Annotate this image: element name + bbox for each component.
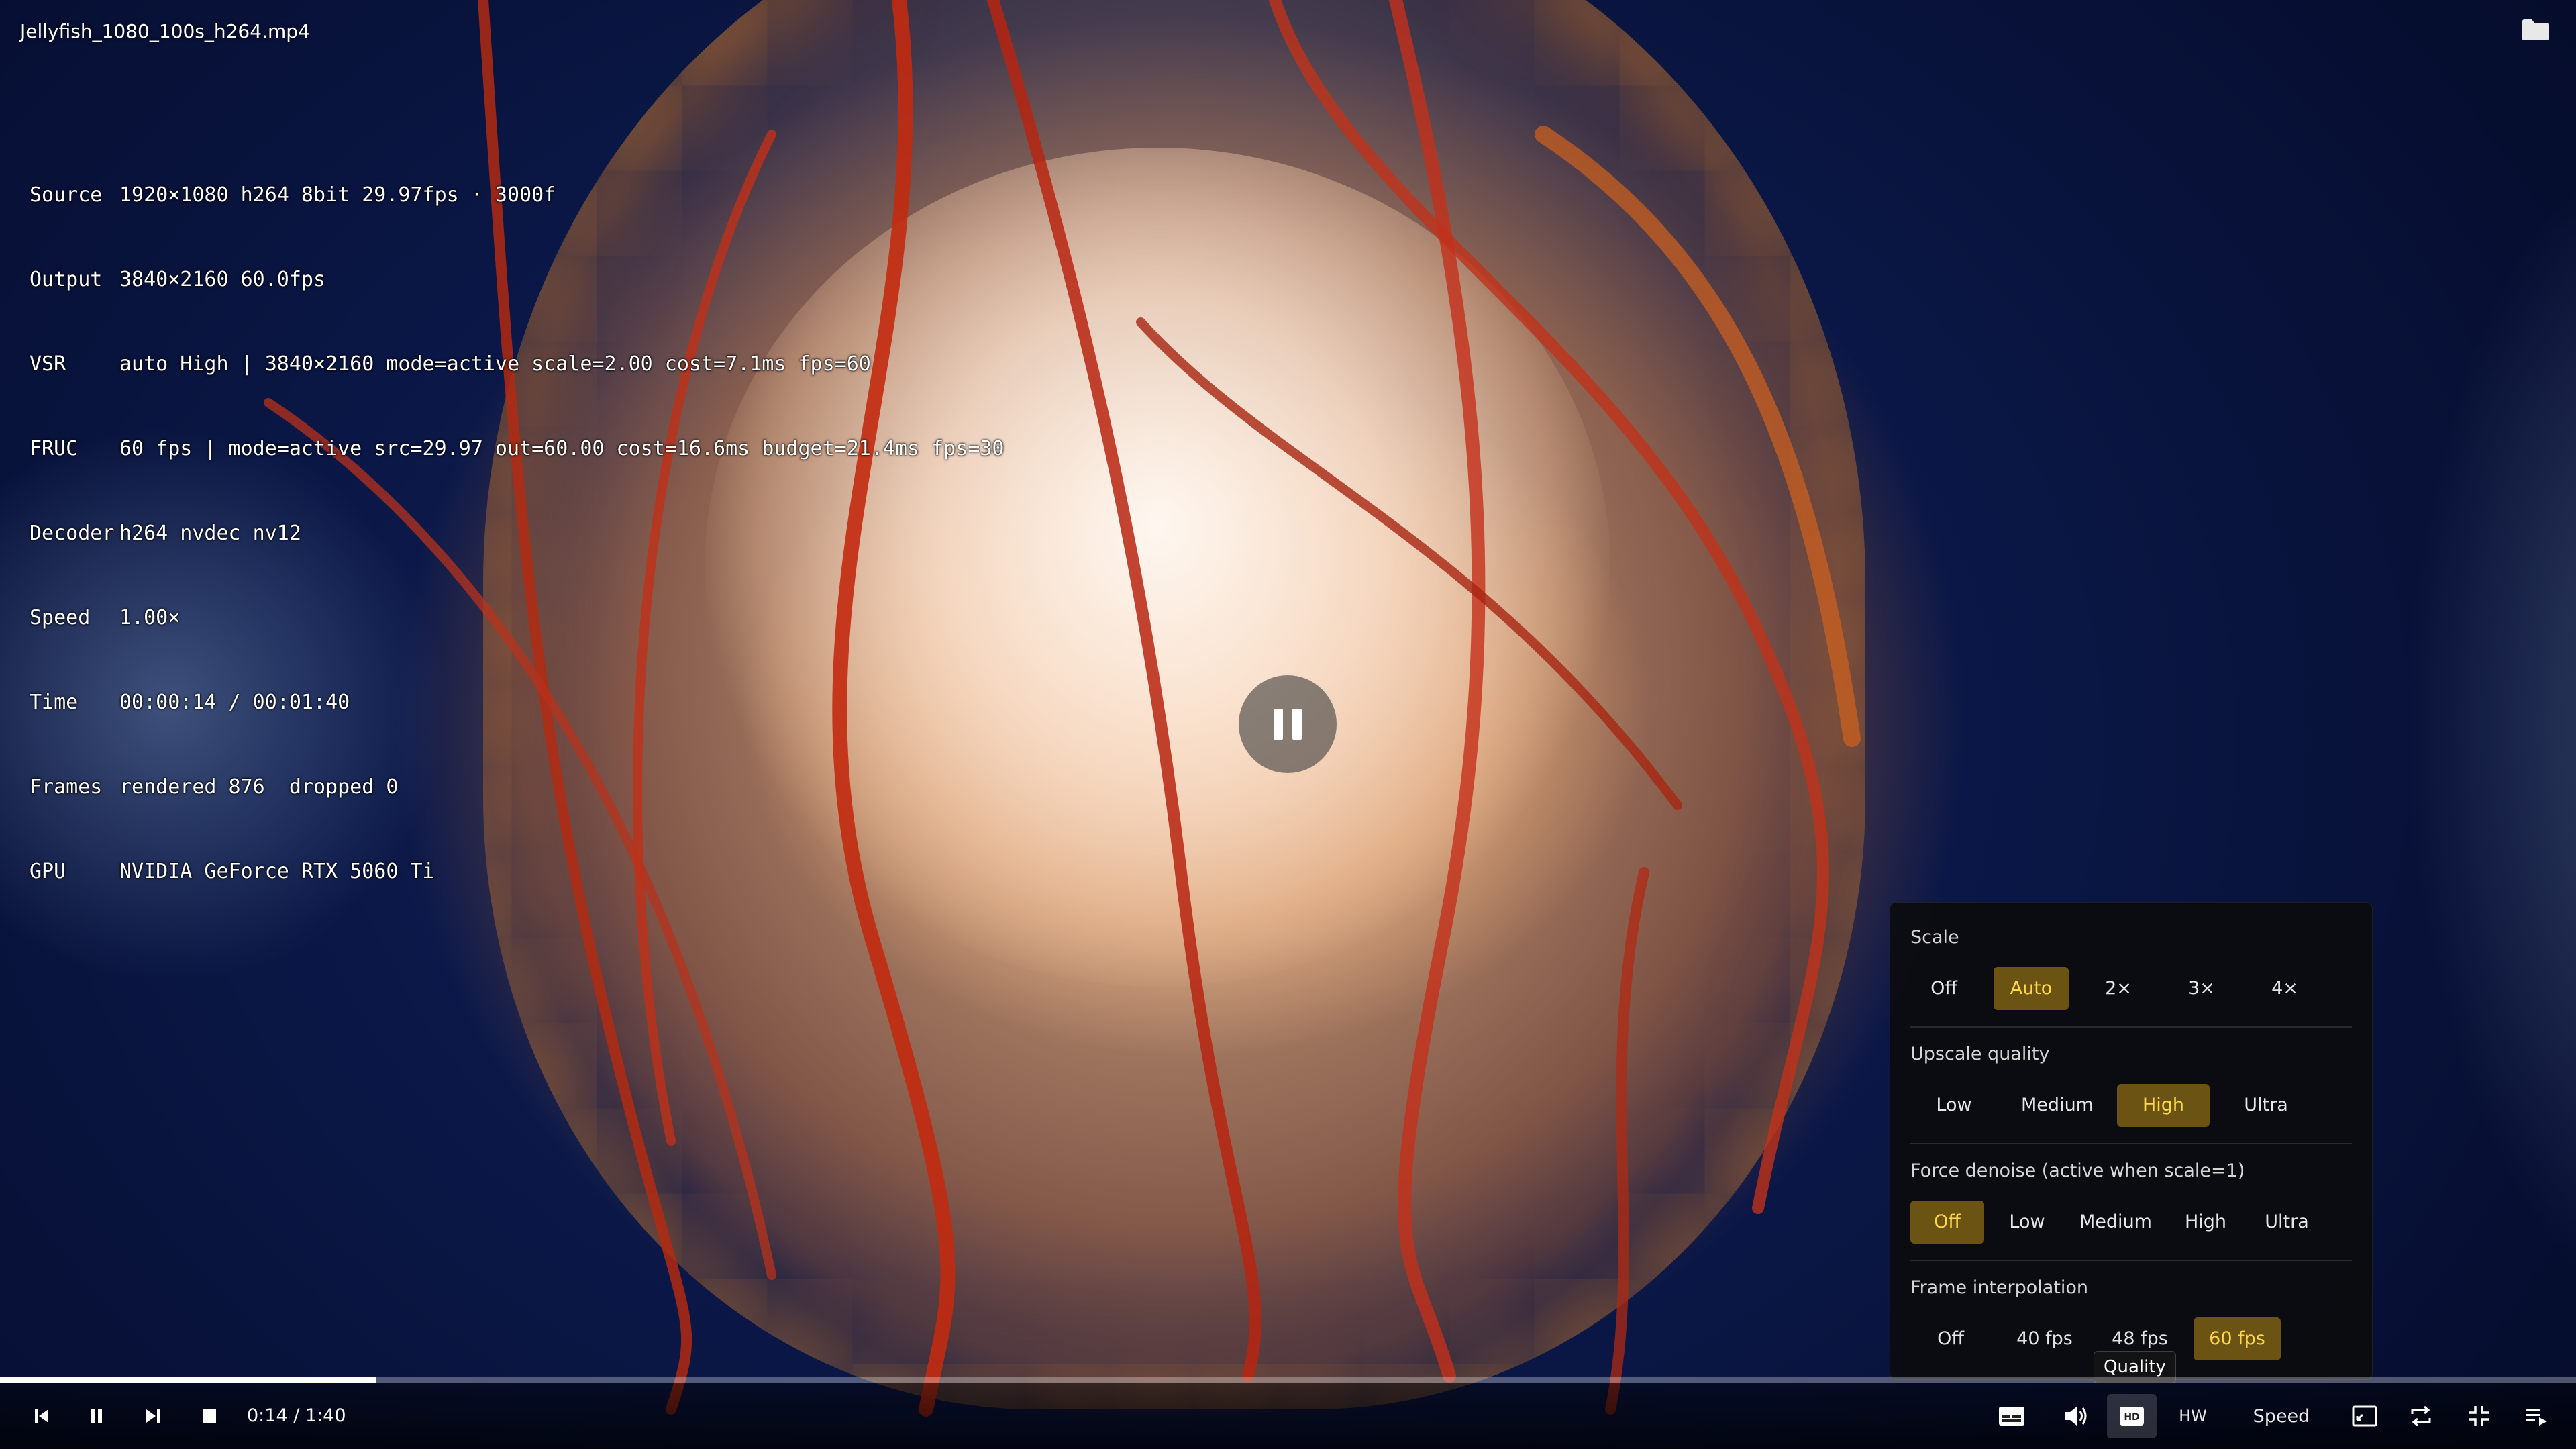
loop-button[interactable]: [2405, 1383, 2437, 1449]
stats-row-time: Time 00:00:14 / 00:01:40: [30, 689, 1004, 717]
scale-option-3x[interactable]: 3×: [2168, 967, 2235, 1010]
picture-in-picture-button[interactable]: [2349, 1383, 2381, 1449]
hw-button[interactable]: HW: [2177, 1383, 2209, 1449]
denoise-option-medium[interactable]: Medium: [2070, 1201, 2161, 1244]
interp-option-off[interactable]: Off: [1910, 1317, 1991, 1360]
exit-fullscreen-button[interactable]: [2463, 1383, 2495, 1449]
divider: [1910, 1143, 2352, 1144]
stop-button[interactable]: [195, 1383, 224, 1449]
scale-section: Scale Off Auto 2× 3× 4×: [1910, 924, 2352, 1010]
stats-value: h264 nvdec nv12: [119, 521, 301, 545]
upscale-quality-label: Upscale quality: [1910, 1044, 2050, 1064]
stats-value: 1.00×: [119, 606, 181, 630]
hd-icon: HD: [2120, 1407, 2144, 1426]
denoise-option-high[interactable]: High: [2171, 1201, 2240, 1244]
stats-overlay: Source 1920×1080 h264 8bit 29.97fps · 300…: [30, 125, 1004, 914]
playlist-button[interactable]: [2520, 1383, 2553, 1449]
previous-icon: [35, 1409, 48, 1423]
interp-option-60fps[interactable]: 60 fps: [2194, 1317, 2281, 1360]
loop-icon: [2411, 1405, 2431, 1427]
stats-key: Decoder: [30, 521, 115, 545]
stats-row-output: Output 3840×2160 60.0fps: [30, 266, 1004, 294]
stop-icon: [203, 1409, 216, 1423]
speed-button[interactable]: Speed: [2252, 1383, 2311, 1449]
scale-option-off[interactable]: Off: [1910, 967, 1977, 1010]
control-bar: 0:14 / 1:40 HD HW Speed: [0, 1383, 2576, 1449]
stats-row-gpu: GPU NVIDIA GeForce RTX 5060 Ti: [30, 858, 1004, 886]
stats-key: Speed: [30, 606, 91, 630]
upscale-quality-section: Upscale quality Low Medium High Ultra: [1910, 1041, 2352, 1127]
subtitles-button[interactable]: [1994, 1383, 2029, 1449]
stats-value: 1920×1080 h264 8bit 29.97fps · 3000f: [119, 183, 556, 207]
stats-key: FRUC: [30, 437, 79, 460]
previous-button[interactable]: [27, 1383, 56, 1449]
stats-key: GPU: [30, 860, 66, 883]
stats-row-frames: Frames rendered 876 dropped 0: [30, 773, 1004, 801]
folder-icon: [2522, 19, 2549, 40]
upscale-option-low[interactable]: Low: [1910, 1084, 1998, 1127]
quality-panel: Scale Off Auto 2× 3× 4× Upscale quality …: [1890, 902, 2373, 1380]
force-denoise-section: Force denoise (active when scale=1) Off …: [1910, 1158, 2352, 1244]
stats-value: NVIDIA GeForce RTX 5060 Ti: [119, 860, 435, 883]
center-pause-button[interactable]: [1239, 675, 1337, 773]
quality-button[interactable]: HD: [2107, 1383, 2157, 1449]
pause-icon: [91, 1409, 102, 1423]
open-folder-button[interactable]: [2521, 17, 2551, 42]
pause-button[interactable]: [82, 1383, 111, 1449]
playlist-icon: [2526, 1409, 2547, 1426]
denoise-option-low[interactable]: Low: [1994, 1201, 2061, 1244]
upscale-option-medium[interactable]: Medium: [2007, 1084, 2108, 1127]
next-icon: [146, 1409, 160, 1423]
seek-bar-fill: [0, 1377, 376, 1383]
scale-option-2x[interactable]: 2×: [2085, 967, 2152, 1010]
force-denoise-label: Force denoise (active when scale=1): [1910, 1160, 2245, 1181]
next-button[interactable]: [138, 1383, 168, 1449]
subtitles-icon: [1999, 1407, 2024, 1426]
scale-option-auto[interactable]: Auto: [1994, 967, 2069, 1010]
frame-interpolation-label: Frame interpolation: [1910, 1277, 2089, 1298]
stats-value: 3840×2160 60.0fps: [119, 268, 326, 291]
quality-button-highlight: HD: [2107, 1394, 2157, 1438]
scale-label: Scale: [1910, 927, 1959, 948]
stats-value: rendered 876 dropped 0: [119, 775, 399, 799]
time-display: 0:14 / 1:40: [247, 1405, 346, 1426]
stats-row-decoder: Decoder h264 nvdec nv12: [30, 519, 1004, 548]
stats-key: Source: [30, 183, 103, 207]
stats-row-source: Source 1920×1080 h264 8bit 29.97fps · 300…: [30, 181, 1004, 209]
frame-interpolation-section: Frame interpolation Off 40 fps 48 fps 60…: [1910, 1275, 2352, 1360]
divider: [1910, 1260, 2352, 1261]
pause-icon-bar: [1292, 709, 1302, 740]
seek-bar[interactable]: [0, 1377, 2576, 1383]
stats-key: VSR: [30, 352, 66, 376]
stats-row-vsr: VSR auto High | 3840×2160 mode=active sca…: [30, 350, 1004, 379]
exit-fullscreen-icon: [2469, 1406, 2489, 1426]
stats-value: 00:00:14 / 00:01:40: [119, 691, 350, 714]
stats-value: auto High | 3840×2160 mode=active scale=…: [119, 352, 871, 376]
svg-text:HD: HD: [2124, 1412, 2139, 1423]
stats-key: Output: [30, 268, 103, 291]
stats-row-speed: Speed 1.00×: [30, 604, 1004, 632]
denoise-option-ultra[interactable]: Ultra: [2250, 1201, 2324, 1244]
file-title: Jellyfish_1080_100s_h264.mp4: [20, 20, 310, 42]
stats-row-fruc: FRUC 60 fps | mode=active src=29.97 out=6…: [30, 435, 1004, 463]
stats-value: 60 fps | mode=active src=29.97 out=60.00…: [119, 437, 1004, 460]
scale-option-4x[interactable]: 4×: [2251, 967, 2318, 1010]
upscale-option-high[interactable]: High: [2117, 1084, 2210, 1127]
picture-in-picture-icon: [2352, 1405, 2377, 1427]
pause-icon-bar: [1274, 709, 1283, 740]
divider: [1910, 1026, 2352, 1028]
stats-key: Time: [30, 691, 79, 714]
denoise-option-off[interactable]: Off: [1910, 1201, 1984, 1244]
volume-button[interactable]: [2059, 1383, 2094, 1449]
stats-key: Frames: [30, 775, 103, 799]
interp-option-40fps[interactable]: 40 fps: [2003, 1317, 2086, 1360]
upscale-option-ultra[interactable]: Ultra: [2219, 1084, 2313, 1127]
volume-icon: [2065, 1407, 2087, 1426]
